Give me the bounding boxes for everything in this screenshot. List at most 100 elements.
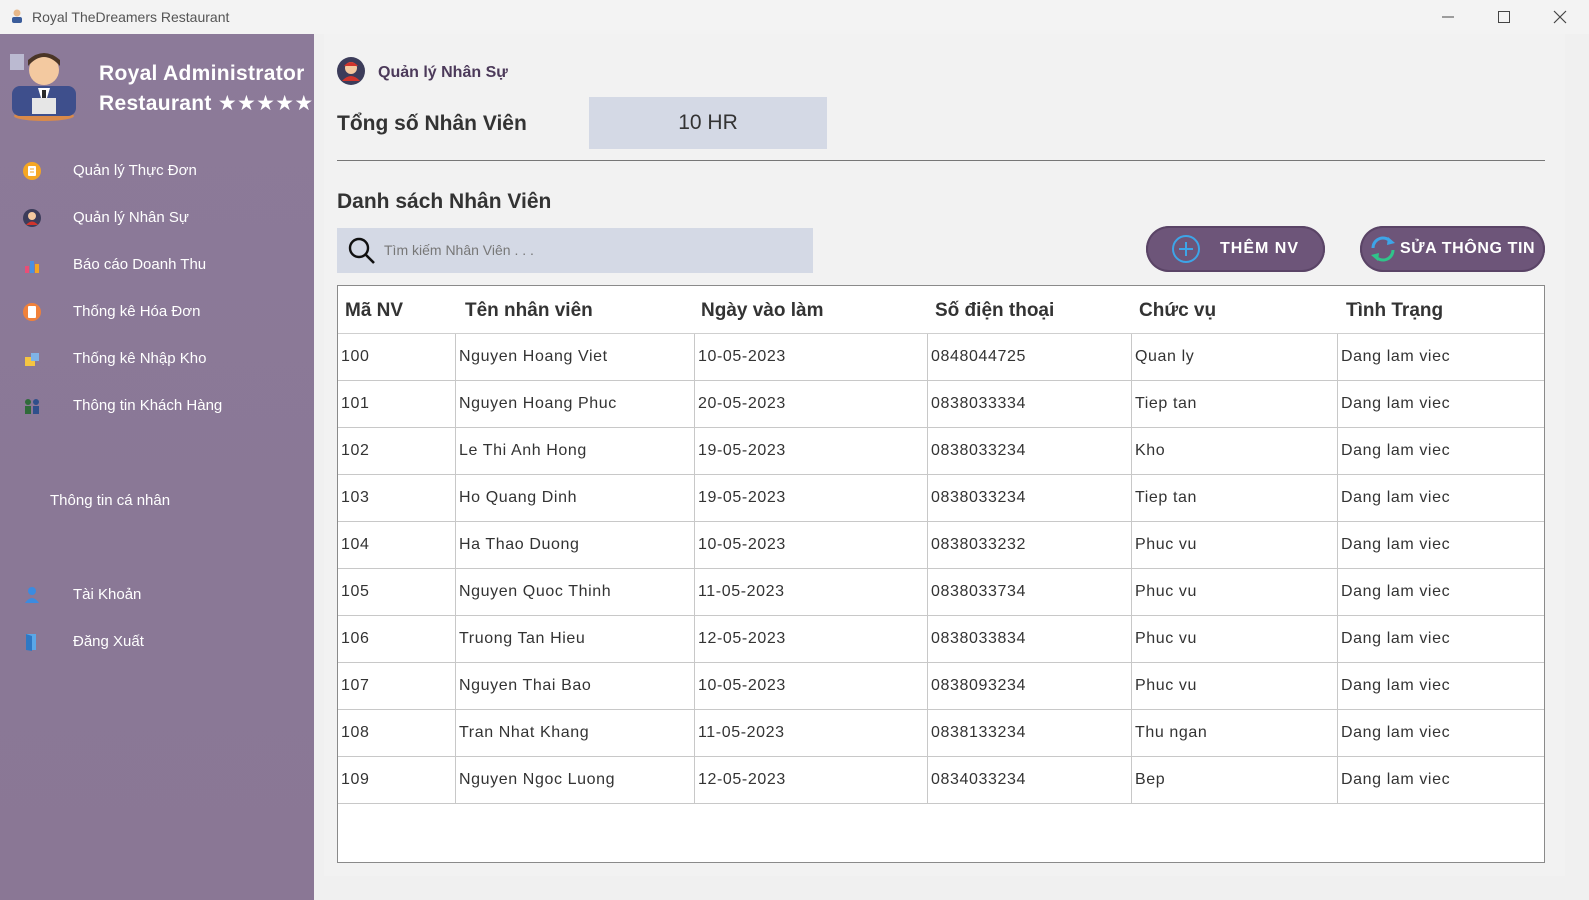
table-row[interactable]: 107 Nguyen Thai Bao 10-05-2023 0838093234 Ph… — [338, 663, 1544, 710]
cell-name: Nguyen Ngoc Luong — [455, 757, 694, 803]
sidebar-item-label: Báo cáo Doanh Thu — [73, 256, 207, 273]
cell-id: 100 — [341, 348, 370, 365]
table-row[interactable]: 109 Nguyen Ngoc Luong 12-05-2023 0834033234… — [338, 757, 1544, 804]
admin-avatar — [10, 53, 76, 121]
sidebar-item-revenue[interactable]: Báo cáo Doanh Thu — [0, 245, 314, 285]
sidebar-item-invoices[interactable]: Thống kê Hóa Đơn — [0, 292, 314, 332]
plus-circle-icon — [1172, 235, 1200, 263]
title-bar: Royal TheDreamers Restaurant — [0, 0, 1589, 34]
cell-position: Quan ly — [1131, 334, 1337, 380]
cell-id: 108 — [341, 724, 370, 741]
cell-phone: 0838033232 — [927, 522, 1131, 568]
cell-position: Bep — [1131, 757, 1337, 803]
column-header-id[interactable]: Mã NV — [345, 300, 403, 322]
cell-id: 104 — [341, 536, 370, 553]
logout-icon — [26, 634, 36, 651]
sidebar-item-customers[interactable]: Thông tin Khách Hàng — [0, 386, 314, 426]
table-row[interactable]: 103 Ho Quang Dinh 19-05-2023 0838033234 Tiep… — [338, 475, 1544, 522]
column-header-start-date[interactable]: Ngày vào làm — [701, 300, 824, 322]
sidebar-item-label: Thống kê Hóa Đơn — [73, 303, 201, 320]
cell-position: Tiep tan — [1131, 381, 1337, 427]
cell-name: Tran Nhat Khang — [455, 710, 694, 756]
maximize-icon — [1498, 11, 1510, 23]
cell-id: 109 — [341, 771, 370, 788]
column-header-name[interactable]: Tên nhân viên — [465, 300, 593, 322]
cell-status: Dang lam viec — [1337, 334, 1544, 380]
table-row[interactable]: 106 Truong Tan Hieu 12-05-2023 0838033834 Ph… — [338, 616, 1544, 663]
column-header-position[interactable]: Chức vụ — [1139, 300, 1216, 322]
edit-staff-button[interactable]: SỬA THÔNG TIN — [1360, 226, 1545, 272]
cell-start-date: 20-05-2023 — [694, 381, 927, 427]
window-title: Royal TheDreamers Restaurant — [32, 9, 230, 25]
sidebar-item-label: Thông tin Khách Hàng — [73, 397, 223, 414]
cell-start-date: 11-05-2023 — [694, 569, 927, 615]
cell-status: Dang lam viec — [1337, 757, 1544, 803]
cell-name: Truong Tan Hieu — [455, 616, 694, 662]
column-header-status[interactable]: Tình Trạng — [1346, 300, 1443, 322]
sidebar-item-staff[interactable]: Quản lý Nhân Sự — [0, 198, 314, 238]
cell-phone: 0838033234 — [927, 475, 1131, 521]
maximize-button[interactable] — [1476, 0, 1532, 34]
cell-position: Phuc vu — [1131, 522, 1337, 568]
close-icon — [1553, 10, 1567, 24]
table-row[interactable]: 100 Nguyen Hoang Viet 10-05-2023 0848044725… — [338, 334, 1544, 381]
cell-phone: 0838133234 — [927, 710, 1131, 756]
table-row[interactable]: 105 Nguyen Quoc Thinh 11-05-2023 0838033734… — [338, 569, 1544, 616]
cell-name: Nguyen Hoang Phuc — [455, 381, 694, 427]
search-icon — [348, 237, 375, 264]
cell-name: Ho Quang Dinh — [455, 475, 694, 521]
cell-status: Dang lam viec — [1337, 663, 1544, 709]
cell-status: Dang lam viec — [1337, 616, 1544, 662]
table-row[interactable]: 104 Ha Thao Duong 10-05-2023 0838033232 Phuc… — [338, 522, 1544, 569]
add-staff-label: THÊM NV — [1220, 240, 1299, 257]
sidebar: Royal Administrator Restaurant ★★★★★ Quả… — [0, 34, 314, 900]
column-header-phone[interactable]: Số điện thoại — [935, 300, 1054, 322]
cell-position: Phuc vu — [1131, 663, 1337, 709]
sidebar-item-account[interactable]: Tài Khoản — [0, 575, 314, 615]
cell-id: 107 — [341, 677, 370, 694]
cell-position: Phuc vu — [1131, 616, 1337, 662]
brand-line-2: Restaurant ★★★★★ — [99, 92, 314, 115]
cell-name: Nguyen Thai Bao — [455, 663, 694, 709]
cell-start-date: 11-05-2023 — [694, 710, 927, 756]
sidebar-item-label: Thống kê Nhập Kho — [73, 350, 207, 367]
cell-id: 103 — [341, 489, 370, 506]
sidebar-item-logout[interactable]: Đăng Xuất — [0, 622, 314, 662]
sidebar-item-menu[interactable]: Quản lý Thực Đơn — [0, 151, 314, 191]
search-box[interactable]: Tìm kiếm Nhân Viên . . . — [337, 228, 813, 273]
refresh-icon — [1371, 236, 1395, 262]
cell-start-date: 19-05-2023 — [694, 428, 927, 474]
cell-id: 106 — [341, 630, 370, 647]
cell-status: Dang lam viec — [1337, 522, 1544, 568]
cell-status: Dang lam viec — [1337, 569, 1544, 615]
cell-phone: 0838093234 — [927, 663, 1131, 709]
cell-start-date: 10-05-2023 — [694, 334, 927, 380]
main-panel: Quản lý Nhân Sự Tổng số Nhân Viên 10 HR … — [324, 34, 1565, 876]
cell-phone: 0848044725 — [927, 334, 1131, 380]
cell-start-date: 10-05-2023 — [694, 522, 927, 568]
cell-name: Nguyen Quoc Thinh — [455, 569, 694, 615]
table-row[interactable]: 101 Nguyen Hoang Phuc 20-05-2023 0838033334… — [338, 381, 1544, 428]
brand-line-1: Royal Administrator — [99, 62, 305, 85]
page-title: Quản lý Nhân Sự — [378, 64, 508, 81]
divider — [337, 160, 1545, 161]
staff-icon — [23, 209, 41, 227]
staff-table: Mã NV Tên nhân viên Ngày vào làm Số điện… — [337, 285, 1545, 863]
brand-title: Royal Administrator Restaurant ★★★★★ — [99, 59, 313, 119]
cell-status: Dang lam viec — [1337, 475, 1544, 521]
table-row[interactable]: 102 Le Thi Anh Hong 19-05-2023 0838033234 Kh… — [338, 428, 1544, 475]
add-staff-button[interactable]: THÊM NV — [1146, 226, 1325, 272]
sidebar-item-label: Quản lý Nhân Sự — [73, 209, 189, 226]
cell-position: Kho — [1131, 428, 1337, 474]
cell-name: Ha Thao Duong — [455, 522, 694, 568]
sidebar-item-warehouse[interactable]: Thống kê Nhập Kho — [0, 339, 314, 379]
staff-icon — [337, 57, 365, 85]
cell-phone: 0838033234 — [927, 428, 1131, 474]
table-row[interactable]: 108 Tran Nhat Khang 11-05-2023 0838133234 Th… — [338, 710, 1544, 757]
sidebar-item-label: Quản lý Thực Đơn — [73, 162, 197, 179]
cell-phone: 0838033734 — [927, 569, 1131, 615]
minimize-button[interactable] — [1420, 0, 1476, 34]
close-button[interactable] — [1532, 0, 1588, 34]
search-input[interactable]: Tìm kiếm Nhân Viên . . . — [384, 242, 534, 258]
personal-info-label: Thông tin cá nhân — [50, 492, 171, 509]
